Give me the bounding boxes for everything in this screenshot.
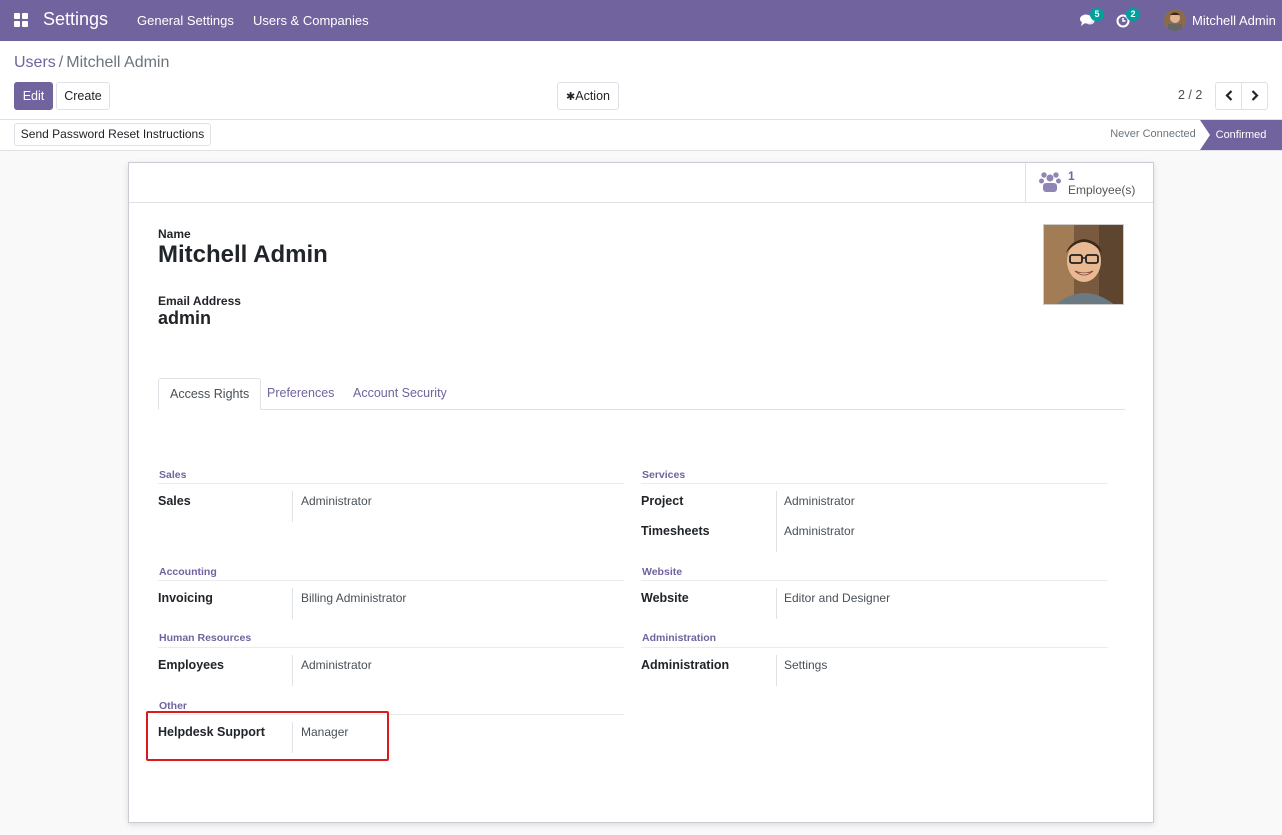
app-title[interactable]: Settings bbox=[43, 9, 108, 30]
group-title-administration: Administration bbox=[642, 632, 717, 644]
field-separator bbox=[776, 655, 777, 686]
top-navbar: Settings General Settings Users & Compan… bbox=[0, 0, 1282, 41]
tab-access-rights[interactable]: Access Rights bbox=[158, 378, 262, 410]
field-separator bbox=[776, 588, 777, 619]
send-password-reset-button[interactable]: Send Password Reset Instructions bbox=[14, 123, 211, 146]
activities-menu[interactable]: 2 bbox=[1116, 8, 1140, 28]
name-value: Mitchell Admin bbox=[158, 241, 328, 268]
email-label: Email Address bbox=[158, 294, 241, 308]
field-separator bbox=[776, 521, 777, 552]
group-divider bbox=[158, 647, 624, 648]
tab-account-security[interactable]: Account Security bbox=[342, 378, 458, 409]
chevron-right-icon bbox=[1251, 90, 1259, 101]
control-panel: Users / Mitchell Admin Edit Create ✱Action… bbox=[0, 41, 1282, 120]
group-title-accounting: Accounting bbox=[159, 566, 217, 578]
field-value-employees[interactable]: Administrator bbox=[301, 658, 372, 672]
field-label-sales: Sales bbox=[158, 494, 191, 508]
breadcrumb-separator: / bbox=[58, 54, 64, 71]
stage-never-connected: Never Connected bbox=[1110, 128, 1196, 140]
users-icon bbox=[1039, 172, 1061, 192]
group-title-services: Services bbox=[642, 469, 686, 481]
group-title-human-resources: Human Resources bbox=[159, 632, 252, 644]
tab-preferences[interactable]: Preferences bbox=[256, 378, 345, 409]
email-value: admin bbox=[158, 308, 212, 328]
edit-button[interactable]: Edit bbox=[14, 82, 53, 110]
pager-next-button[interactable] bbox=[1241, 82, 1268, 110]
smart-button-box: 1 Employee(s) bbox=[129, 163, 1153, 203]
field-separator bbox=[292, 655, 293, 686]
employees-label: Employee(s) bbox=[1068, 183, 1136, 197]
breadcrumb-current: Mitchell Admin bbox=[66, 54, 170, 71]
name-label: Name bbox=[158, 227, 191, 241]
apps-menu-icon[interactable] bbox=[14, 13, 29, 28]
group-divider bbox=[158, 483, 624, 484]
user-avatar[interactable] bbox=[1164, 9, 1186, 31]
field-value-website[interactable]: Editor and Designer bbox=[784, 591, 890, 605]
messages-menu[interactable]: 5 bbox=[1080, 8, 1104, 28]
employees-count: 1 bbox=[1068, 169, 1075, 183]
field-separator bbox=[292, 491, 293, 522]
group-divider bbox=[641, 580, 1108, 581]
group-divider bbox=[158, 580, 624, 581]
field-label-timesheets: Timesheets bbox=[641, 524, 710, 538]
pager-previous-button[interactable] bbox=[1215, 82, 1242, 110]
menu-general-settings[interactable]: General Settings bbox=[137, 13, 234, 28]
status-bar: Send Password Reset Instructions Never C… bbox=[0, 120, 1282, 151]
activities-badge: 2 bbox=[1126, 8, 1140, 21]
breadcrumb-users[interactable]: Users bbox=[14, 54, 56, 71]
highlight-box bbox=[146, 711, 389, 761]
field-value-timesheets[interactable]: Administrator bbox=[784, 524, 855, 538]
field-label-invoicing: Invoicing bbox=[158, 591, 213, 605]
create-button[interactable]: Create bbox=[56, 82, 110, 110]
field-separator bbox=[776, 491, 777, 522]
user-menu-name[interactable]: Mitchell Admin bbox=[1192, 13, 1276, 28]
field-value-project[interactable]: Administrator bbox=[784, 494, 855, 508]
form-tabs: Access Rights Preferences Account Securi… bbox=[158, 378, 1125, 410]
field-label-project: Project bbox=[641, 494, 684, 508]
group-divider bbox=[641, 647, 1108, 648]
breadcrumb: Users / Mitchell Admin bbox=[14, 54, 169, 72]
field-label-website: Website bbox=[641, 591, 689, 605]
field-label-administration: Administration bbox=[641, 658, 730, 672]
chevron-left-icon bbox=[1224, 90, 1232, 101]
field-label-employees: Employees bbox=[158, 658, 225, 672]
menu-users-companies[interactable]: Users & Companies bbox=[253, 13, 369, 28]
action-button[interactable]: ✱Action bbox=[557, 82, 619, 110]
group-divider bbox=[641, 483, 1108, 484]
group-title-sales: Sales bbox=[159, 469, 187, 481]
employees-smart-button[interactable]: 1 Employee(s) bbox=[1025, 163, 1153, 202]
stage-confirmed: Confirmed bbox=[1200, 120, 1282, 150]
user-photo bbox=[1043, 224, 1124, 305]
field-value-administration[interactable]: Settings bbox=[784, 658, 827, 672]
pager-value[interactable]: 2 / 2 bbox=[1178, 88, 1202, 102]
field-separator bbox=[292, 588, 293, 619]
group-title-website: Website bbox=[642, 566, 683, 578]
messages-badge: 5 bbox=[1090, 8, 1104, 21]
field-value-sales[interactable]: Administrator bbox=[301, 494, 372, 508]
action-label: Action bbox=[575, 89, 610, 103]
gear-icon: ✱ bbox=[566, 91, 576, 103]
field-value-invoicing[interactable]: Billing Administrator bbox=[301, 591, 406, 605]
